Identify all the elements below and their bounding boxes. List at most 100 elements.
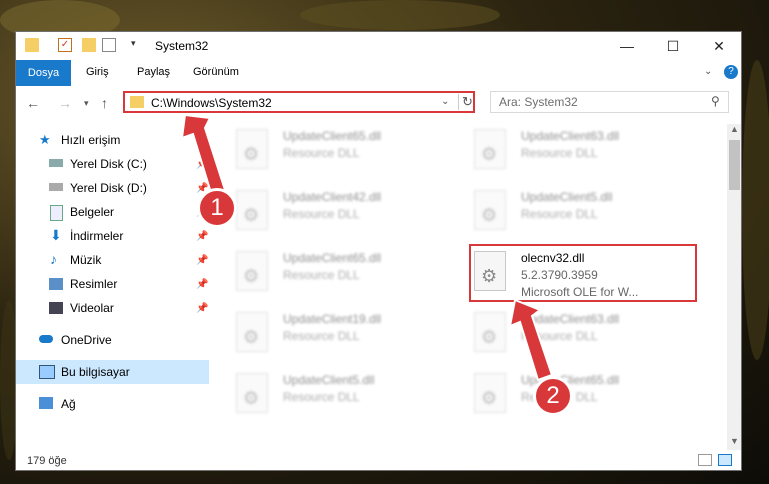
sidebar-item-network[interactable]: Ağ [16,392,209,416]
window-title: System32 [155,39,209,53]
sidebar-item-label: Yerel Disk (C:) [70,157,147,171]
download-icon: ⬇ [50,227,62,243]
ribbon: Dosya Giriş Paylaş Görünüm ⌄ ? [16,60,741,87]
item-count: 179 öğe [27,455,67,467]
sidebar-item-documents[interactable]: Belgeler 📌 [16,200,209,224]
cloud-icon [39,335,53,343]
sidebar-item-label: Ağ [61,397,76,411]
folder-icon [130,96,144,108]
file-name: UpdateClient65.dll [283,129,382,143]
explorer-window: ✓ ▾ System32 — ☐ ✕ Dosya Giriş Paylaş Gö… [15,31,742,471]
close-button[interactable]: ✕ [696,32,741,60]
navigation-bar: ← → ▾ ↑ C:\Windows\System32 ⌄ ↻ Ara: Sys… [16,86,741,120]
file-name: UpdateClient5.dll [521,190,613,204]
chevron-down-icon[interactable]: ⌄ [441,96,449,107]
details-view-icon[interactable] [698,454,712,466]
refresh-icon[interactable]: ↻ [458,94,473,110]
dll-file-icon: ⚙ [474,373,506,413]
pin-icon: 📌 [196,254,209,266]
properties-icon[interactable]: ✓ [58,38,72,52]
maximize-button[interactable]: ☐ [650,32,696,60]
drive-icon [49,183,63,191]
sidebar-item-local-disk-d[interactable]: Yerel Disk (D:) 📌 [16,176,209,200]
search-icon: ⚲ [711,94,720,108]
sidebar-item-label: Belgeler [70,205,115,219]
step-badge-2: 2 [533,376,573,416]
sidebar-item-label: Müzik [70,253,102,267]
list-item[interactable]: ⚙ UpdateClient5.dll Resource DLL [454,185,684,241]
sidebar-item-pictures[interactable]: Resimler 📌 [16,272,209,296]
pin-icon: 📌 [196,158,209,170]
music-icon: ♪ [50,251,57,267]
tab-file[interactable]: Dosya [16,60,71,86]
file-type: Resource DLL [521,207,598,221]
help-icon[interactable]: ? [724,65,738,79]
tab-view[interactable]: Görünüm [193,66,239,78]
list-item[interactable]: ⚙ UpdateClient65.dll Resource DLL [216,124,446,180]
address-path: C:\Windows\System32 [151,96,272,110]
folder-icon [25,38,39,52]
list-item[interactable]: ⚙ UpdateClient65.dll Resource DLL [216,246,446,302]
customize-toolbar-icon[interactable]: ▾ [131,38,145,52]
dll-file-icon: ⚙ [236,251,268,291]
scroll-down-icon[interactable]: ▼ [730,436,739,446]
list-item[interactable]: ⚙ UpdateClient63.dll Resource DLL [454,307,684,363]
up-arrow-icon[interactable]: ↑ [101,95,108,111]
dll-file-icon: ⚙ [236,373,268,413]
file-type: Resource DLL [283,146,360,160]
minimize-button[interactable]: — [604,32,650,60]
file-type: Resource DLL [283,268,360,282]
sidebar-item-this-pc[interactable]: Bu bilgisayar [16,360,209,384]
file-highlight-box [469,244,697,302]
sidebar-item-label: Videolar [70,301,114,315]
new-folder-icon[interactable] [82,38,96,52]
back-arrow-icon[interactable]: ← [26,95,40,111]
file-name: UpdateClient63.dll [521,312,620,326]
sidebar-item-quick-access[interactable]: ★ Hızlı erişim [16,128,209,152]
tab-home[interactable]: Giriş [86,66,109,78]
pin-icon: 📌 [196,302,209,314]
sidebar-item-local-disk-c[interactable]: Yerel Disk (C:) 📌 [16,152,209,176]
background-foliage [300,0,500,30]
file-type: Resource DLL [521,329,598,343]
sidebar-item-videos[interactable]: Videolar 📌 [16,296,209,320]
title-bar: ✓ ▾ System32 — ☐ ✕ [16,32,741,60]
scroll-up-icon[interactable]: ▲ [730,124,739,134]
list-item[interactable]: ⚙ UpdateClient63.dll Resource DLL [454,124,684,180]
status-bar: 179 öğe [16,450,741,470]
ribbon-expand-icon[interactable]: ⌄ [704,66,712,77]
file-name: UpdateClient63.dll [521,129,620,143]
file-type: Resource DLL [521,146,598,160]
file-type: Resource DLL [283,329,360,343]
file-name: UpdateClient5.dll [283,373,375,387]
file-name: UpdateClient65.dll [283,251,382,265]
search-input[interactable]: Ara: System32 ⚲ [490,91,729,113]
sidebar-item-label: Hızlı erişim [61,133,121,147]
sidebar-item-onedrive[interactable]: OneDrive [16,328,209,352]
star-icon: ★ [39,132,51,147]
forward-arrow-icon[interactable]: → [58,95,72,111]
tab-share[interactable]: Paylaş [137,66,170,78]
dll-file-icon: ⚙ [236,190,268,230]
file-type: Resource DLL [283,207,360,221]
file-type: Resource DLL [283,390,360,404]
file-name: UpdateClient19.dll [283,312,382,326]
large-icons-view-icon[interactable] [718,454,732,466]
scrollbar-thumb[interactable] [729,140,740,190]
sidebar-item-downloads[interactable]: ⬇ İndirmeler 📌 [16,224,209,248]
pin-icon: 📌 [196,278,209,290]
step-badge-1: 1 [197,188,237,228]
vertical-scrollbar[interactable]: ▲ ▼ [727,124,741,450]
sidebar-item-music[interactable]: ♪ Müzik 📌 [16,248,209,272]
background-foliage [742,60,769,360]
dll-file-icon: ⚙ [236,129,268,169]
recent-locations-icon[interactable]: ▾ [84,98,89,109]
computer-icon [39,365,55,379]
address-bar[interactable]: C:\Windows\System32 ⌄ ↻ [123,91,475,113]
list-item[interactable]: ⚙ UpdateClient42.dll Resource DLL [216,185,446,241]
list-item[interactable]: ⚙ UpdateClient19.dll Resource DLL [216,307,446,363]
pictures-icon [49,278,63,290]
view-toggle-icon[interactable] [102,38,116,52]
sidebar-item-label: Bu bilgisayar [61,365,130,379]
list-item[interactable]: ⚙ UpdateClient5.dll Resource DLL [216,368,446,424]
